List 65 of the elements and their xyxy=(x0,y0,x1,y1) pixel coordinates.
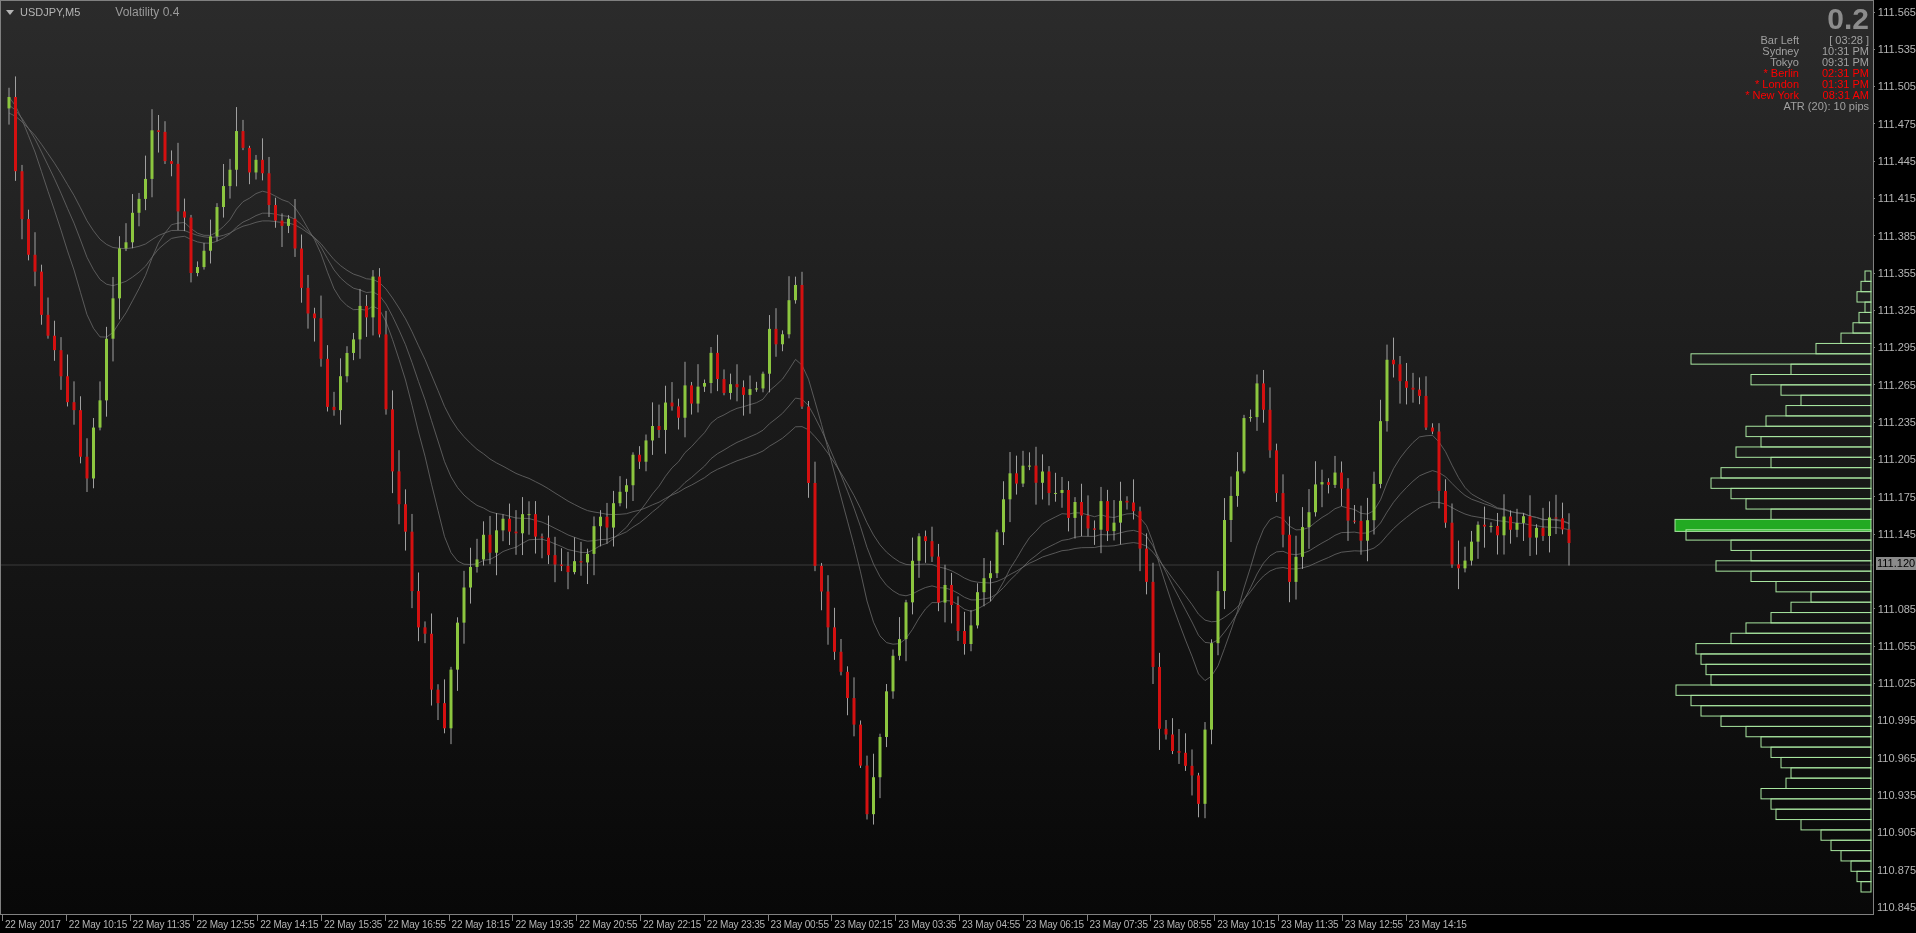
price-label: 110.995 xyxy=(1877,713,1916,729)
time-label: 22 May 22:15 xyxy=(642,919,702,931)
time-label: 22 May 18:15 xyxy=(451,919,510,931)
time-label: 23 May 11:35 xyxy=(1280,919,1339,931)
time-label: 22 May 15:35 xyxy=(324,919,383,931)
session-label: Sydney xyxy=(1762,46,1799,57)
time-label: 23 May 02:15 xyxy=(834,919,893,931)
price-label: 111.295 xyxy=(1877,340,1916,356)
session-label: * New York xyxy=(1745,90,1799,101)
time-label: 22 May 19:35 xyxy=(515,919,574,931)
price-label: 111.205 xyxy=(1877,452,1916,468)
time-label: 23 May 14:15 xyxy=(1408,919,1467,931)
price-label: 111.325 xyxy=(1877,303,1916,319)
price-label: 110.905 xyxy=(1877,825,1916,841)
price-label: 111.475 xyxy=(1877,116,1916,132)
time-label: 23 May 12:55 xyxy=(1344,919,1403,931)
price-label: 111.085 xyxy=(1877,601,1916,617)
session-label: * London xyxy=(1754,79,1799,90)
time-label: 23 May 00:55 xyxy=(770,919,829,931)
symbol-label: USDJPY,M5 xyxy=(20,4,81,20)
indicator-label: Volatility 0.4 xyxy=(115,4,180,21)
price-label: 111.535 xyxy=(1877,42,1916,58)
price-label: 111.415 xyxy=(1877,191,1916,207)
time-label: 23 May 04:55 xyxy=(961,919,1021,931)
time-label: 22 May 14:15 xyxy=(260,919,319,931)
price-label: 110.875 xyxy=(1877,862,1916,878)
time-label: 23 May 07:35 xyxy=(1089,919,1148,931)
time-label: 23 May 03:35 xyxy=(898,919,957,931)
session-value: [ 03:28 ] xyxy=(1829,35,1869,46)
price-label: 111.265 xyxy=(1877,377,1916,393)
session-label: Tokyo xyxy=(1770,57,1799,68)
time-label: 23 May 08:55 xyxy=(1153,919,1212,931)
price-label: 111.565 xyxy=(1877,4,1916,20)
volatility-value: 0.2 xyxy=(1827,3,1869,35)
current-price-label: 111.120 xyxy=(1876,556,1916,570)
price-label: 111.235 xyxy=(1877,415,1916,430)
session-value: 02:31 PM xyxy=(1820,68,1869,79)
price-label: 111.175 xyxy=(1877,489,1916,505)
time-label: 23 May 10:15 xyxy=(1217,919,1276,931)
price-label: 111.505 xyxy=(1877,79,1916,95)
time-label: 22 May 20:55 xyxy=(579,919,638,931)
dropdown-caret-icon[interactable] xyxy=(6,9,14,15)
time-label: 22 May 16:55 xyxy=(387,919,446,931)
price-label: 111.025 xyxy=(1877,676,1916,692)
time-label: 22 May 23:35 xyxy=(706,919,765,931)
price-label: 111.385 xyxy=(1877,228,1916,244)
price-label: 110.845 xyxy=(1877,899,1916,915)
session-label: * Berlin xyxy=(1763,68,1799,79)
price-label: 111.145 xyxy=(1877,526,1916,542)
atr-label: ATR (20): 10 pips xyxy=(1783,101,1869,112)
time-label: 22 May 10:15 xyxy=(68,919,127,931)
price-label: 111.445 xyxy=(1877,153,1916,169)
price-label: 111.055 xyxy=(1877,638,1916,654)
time-label: 23 May 06:15 xyxy=(1025,919,1084,931)
session-value: 01:31 PM xyxy=(1820,79,1869,90)
session-value: 08:31 AM xyxy=(1821,90,1869,101)
session-label: Bar Left xyxy=(1760,35,1799,46)
price-label: 110.935 xyxy=(1877,788,1916,803)
session-value: 09:31 PM xyxy=(1820,57,1869,68)
time-label: 22 May 11:35 xyxy=(132,919,191,931)
session-value: 10:31 PM xyxy=(1820,46,1869,57)
price-label: 111.355 xyxy=(1877,265,1916,281)
time-label: 22 May 2017 xyxy=(5,919,61,931)
time-label: 22 May 12:55 xyxy=(196,919,255,931)
price-label: 110.965 xyxy=(1877,750,1916,766)
